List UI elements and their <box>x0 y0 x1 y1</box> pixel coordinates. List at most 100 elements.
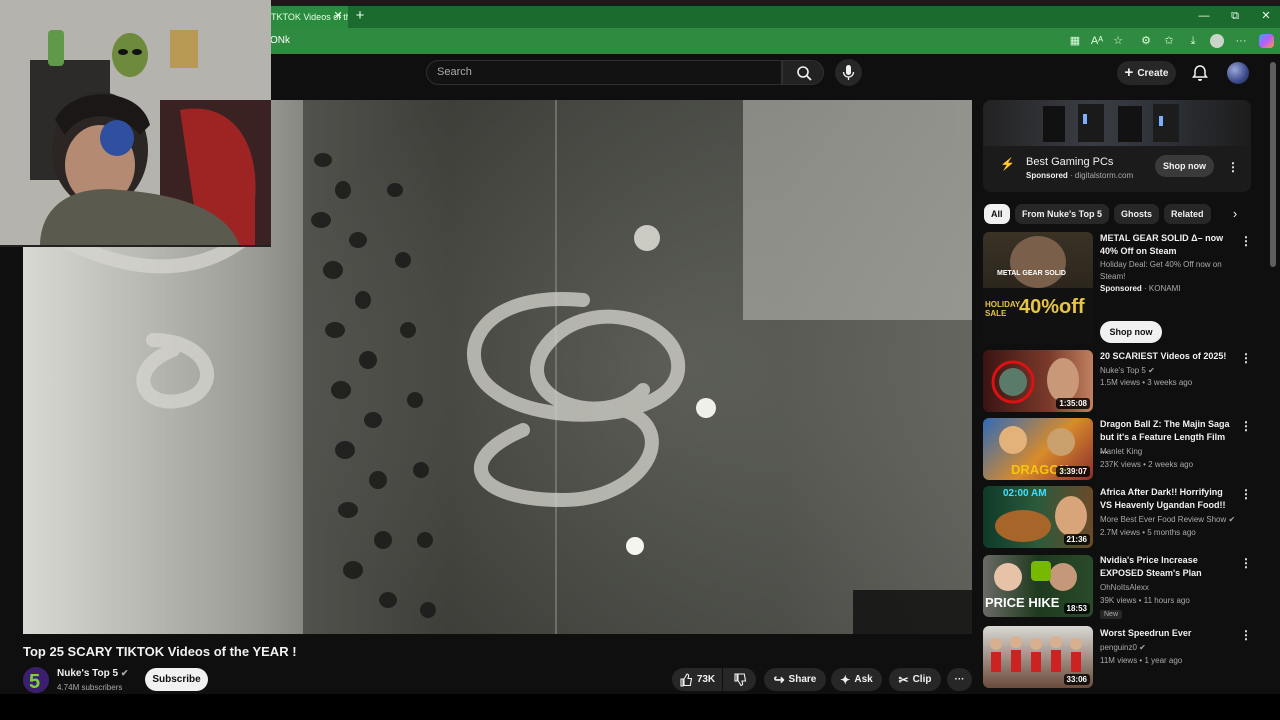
video-meta: 11M views • 1 year ago <box>1100 656 1183 665</box>
video-kebab-icon[interactable]: ⋮ <box>1240 419 1252 433</box>
webcam-overlay <box>0 0 271 247</box>
read-aloud-icon[interactable]: Aᴬ <box>1089 34 1105 48</box>
download-icon[interactable]: ⤓ <box>1185 34 1201 48</box>
video-channel[interactable]: penguinz0 ✔ <box>1100 642 1240 654</box>
video-channel-text: penguinz0 <box>1100 643 1137 652</box>
share-icon: ↪ <box>773 671 785 687</box>
search-button[interactable] <box>782 60 824 85</box>
plus-icon: + <box>1124 64 1134 81</box>
ad-title[interactable]: Best Gaming PCs <box>1026 156 1113 168</box>
more-menu-icon[interactable]: ··· <box>1233 34 1249 48</box>
video-channel[interactable]: Manlet King <box>1100 446 1240 458</box>
like-count: 73K <box>696 674 716 685</box>
video-thumbnail[interactable]: DRAGON 3:39:07 <box>983 418 1093 480</box>
page-scrollbar[interactable] <box>1270 62 1276 267</box>
ask-button[interactable]: ✦ Ask <box>831 668 882 691</box>
chip-ghosts[interactable]: Ghosts <box>1114 204 1160 224</box>
video-title-link[interactable]: Africa After Dark!! Horrifying VS Heaven… <box>1100 486 1235 512</box>
voice-search-button[interactable] <box>835 59 862 86</box>
verified-icon: ✔ <box>1228 515 1236 524</box>
close-window-button[interactable]: ✕ <box>1256 8 1276 24</box>
promo-thumb-pct: 40%off <box>1019 296 1085 318</box>
promo-sponsor-line: Sponsored · KONAMI <box>1100 283 1240 295</box>
channel-name[interactable]: Nuke's Top 5 ✔ <box>57 668 128 679</box>
restore-button[interactable]: ⧉ <box>1225 8 1245 24</box>
thumbnail-clock-text: 02:00 AM <box>1003 488 1047 499</box>
video-duration: 18:53 <box>1063 603 1090 614</box>
scissors-icon: ✂ <box>898 672 909 687</box>
share-button[interactable]: ↪ Share <box>764 668 826 691</box>
video-thumbnail[interactable]: 33:06 <box>983 626 1093 688</box>
user-avatar[interactable] <box>1227 62 1249 84</box>
create-label: Create <box>1137 67 1169 79</box>
promo-shop-now-button[interactable]: Shop now <box>1100 321 1162 343</box>
webcam-feed <box>0 0 271 245</box>
chevron-right-icon[interactable]: › <box>1228 205 1242 223</box>
notifications-button[interactable] <box>1190 63 1210 83</box>
video-kebab-icon[interactable]: ⋮ <box>1240 351 1252 365</box>
ad-sponsored-label: Sponsored <box>1026 171 1068 180</box>
video-title-link[interactable]: Worst Speedrun Ever <box>1100 627 1235 640</box>
video-duration: 3:39:07 <box>1056 466 1090 477</box>
favorites-icon[interactable]: ✩ <box>1161 34 1177 48</box>
video-title-link[interactable]: 20 SCARIEST Videos of 2025! <box>1100 350 1235 363</box>
new-tab-button[interactable]: + <box>352 7 368 25</box>
thumbs-up-icon <box>680 672 692 687</box>
dislike-button[interactable] <box>723 668 756 691</box>
bell-icon <box>1192 65 1208 81</box>
thumbnail-text: PRICE HIKE <box>985 595 1060 610</box>
promo-advertiser: · KONAMI <box>1144 284 1181 293</box>
app-icon[interactable]: ▦ <box>1067 34 1083 48</box>
ad-domain: · digitalstorm.com <box>1070 171 1134 180</box>
video-kebab-icon[interactable]: ⋮ <box>1240 628 1252 642</box>
promo-thumb-sale: HOLIDAY SALE <box>985 300 1021 318</box>
chip-all[interactable]: All <box>984 204 1010 224</box>
tab-close-icon[interactable]: ✕ <box>332 9 344 23</box>
video-duration: 1:35:08 <box>1056 398 1090 409</box>
promo-thumbnail[interactable]: METAL GEAR SOLID HOLIDAY SALE 40%off <box>983 232 1093 344</box>
video-kebab-icon[interactable]: ⋮ <box>1240 556 1252 570</box>
chip-from-channel[interactable]: From Nuke's Top 5 <box>1015 204 1109 224</box>
subscriber-count: 4.74M subscribers <box>57 683 123 692</box>
video-channel[interactable]: Nuke's Top 5 ✔ <box>1100 365 1240 377</box>
promo-title[interactable]: METAL GEAR SOLID Δ– now 40% Off on Steam <box>1100 232 1235 258</box>
video-meta: 237K views • 2 weeks ago <box>1100 460 1194 469</box>
video-thumbnail[interactable]: 02:00 AM 21:36 <box>983 486 1093 548</box>
more-actions-button[interactable]: ··· <box>947 668 972 691</box>
video-channel[interactable]: More Best Ever Food Review Show ✔ <box>1100 514 1240 526</box>
clip-label: Clip <box>912 674 932 685</box>
video-duration: 33:06 <box>1063 674 1090 685</box>
copilot-icon[interactable] <box>1259 34 1274 48</box>
subscribe-button[interactable]: Subscribe <box>145 668 208 691</box>
search-input[interactable]: Search <box>426 60 782 85</box>
profile-icon[interactable] <box>1210 34 1224 48</box>
video-channel-text: More Best Ever Food Review Show <box>1100 515 1227 524</box>
thumbs-down-icon <box>733 672 746 686</box>
ad-shop-now-button[interactable]: Shop now <box>1155 155 1214 177</box>
extension-icon[interactable]: ⚙ <box>1138 34 1154 48</box>
video-thumbnail[interactable]: 1:35:08 <box>983 350 1093 412</box>
clip-button[interactable]: ✂ Clip <box>889 668 941 691</box>
bottom-bar <box>0 694 1280 720</box>
verified-icon: ✔ <box>1139 643 1146 652</box>
promo-kebab-icon[interactable]: ⋮ <box>1240 234 1252 248</box>
video-kebab-icon[interactable]: ⋮ <box>1240 487 1252 501</box>
url-text[interactable]: ONk <box>270 35 290 46</box>
gaming-pc-image <box>1043 104 1179 142</box>
search-icon <box>797 66 812 81</box>
video-duration: 21:36 <box>1063 534 1090 545</box>
create-button[interactable]: + Create <box>1117 61 1176 85</box>
chip-related[interactable]: Related <box>1164 204 1211 224</box>
share-label: Share <box>788 674 817 685</box>
video-channel[interactable]: OhNoItsAlexx <box>1100 582 1240 594</box>
video-title-link[interactable]: Nvidia's Price Increase EXPOSED Steam's … <box>1100 554 1235 580</box>
ask-label: Ask <box>854 674 873 685</box>
channel-avatar[interactable]: 5 <box>23 667 49 693</box>
ad-kebab-icon[interactable]: ⋮ <box>1227 160 1239 174</box>
minimize-button[interactable]: — <box>1194 8 1214 24</box>
like-button[interactable]: 73K <box>672 668 722 691</box>
channel-name-text: Nuke's Top 5 <box>57 668 119 679</box>
favorite-star-icon[interactable]: ☆ <box>1110 34 1126 48</box>
sparkle-icon: ✦ <box>840 672 851 687</box>
video-thumbnail[interactable]: PRICE HIKE 18:53 <box>983 555 1093 617</box>
